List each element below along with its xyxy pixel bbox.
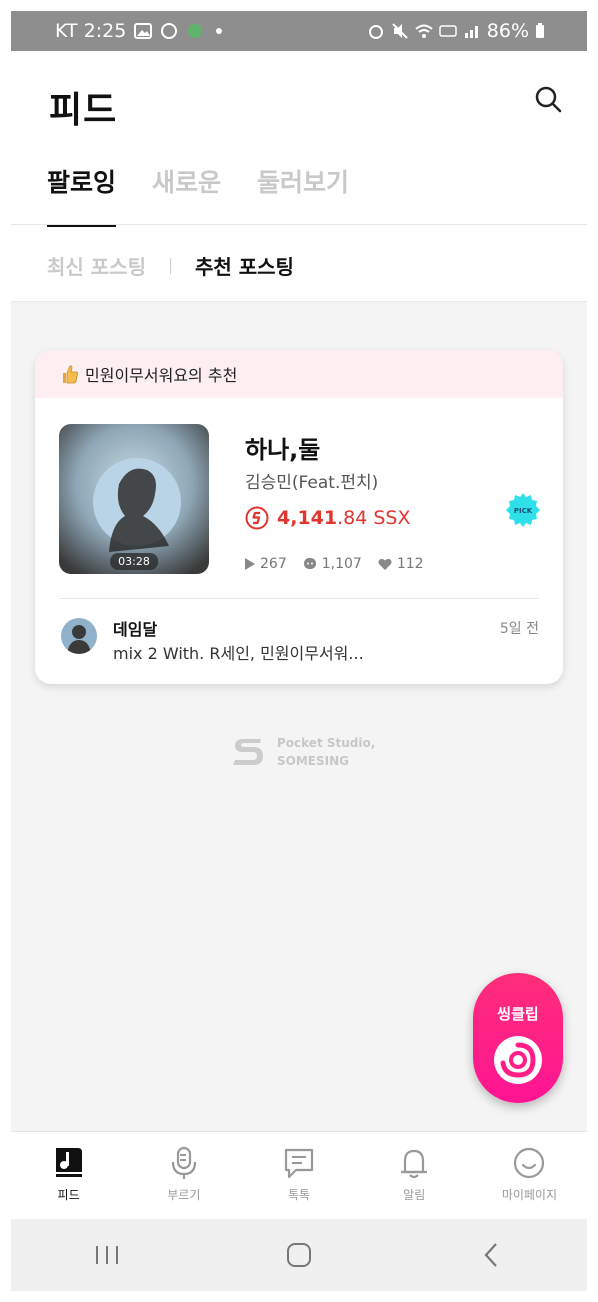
- sub-tabs: 최신 포스팅 추천 포스팅: [47, 251, 294, 280]
- profile-icon: [514, 1147, 545, 1179]
- notification-dot: [216, 28, 223, 34]
- home-button[interactable]: [279, 1235, 319, 1275]
- poster-avatar[interactable]: [61, 618, 97, 654]
- nav-mypage-label: 마이페이지: [501, 1188, 558, 1202]
- like-count: 112: [378, 556, 424, 572]
- nav-feed-label: 피드: [57, 1188, 80, 1202]
- album-art: [59, 424, 209, 574]
- signal-icon: [464, 26, 478, 38]
- app-notification-icon: [188, 24, 203, 38]
- nav-feed[interactable]: 피드: [11, 1132, 126, 1219]
- avatar-image: [61, 618, 97, 654]
- status-bar: KT 2:25 86%: [11, 11, 587, 51]
- back-icon: [484, 1243, 497, 1267]
- battery-percent: 86%: [486, 20, 529, 42]
- pick-badge-text: PICK: [514, 507, 533, 515]
- mute-icon: [392, 23, 408, 39]
- poster-name[interactable]: 데임달: [113, 616, 157, 640]
- heart-icon: [378, 558, 392, 570]
- nav-alerts-label: 알림: [403, 1188, 426, 1202]
- alarm-icon: [368, 25, 383, 39]
- nav-mypage[interactable]: 마이페이지: [472, 1132, 587, 1219]
- comment-count: 1,107: [303, 556, 362, 572]
- recent-apps-icon: [96, 1246, 118, 1264]
- play-count-value: 267: [260, 556, 287, 572]
- price-integer: 4,141: [277, 507, 338, 529]
- comment-icon: [303, 558, 316, 569]
- feed-icon: [55, 1148, 82, 1177]
- somesing-logo-icon: [233, 739, 263, 765]
- logo-line-1: Pocket Studio,: [277, 736, 376, 750]
- song-title[interactable]: 하나,둘: [245, 430, 320, 465]
- home-icon: [287, 1243, 311, 1267]
- thumbs-up-icon: [63, 365, 78, 384]
- song-duration: 03:28: [110, 553, 158, 570]
- bell-icon: [401, 1149, 428, 1179]
- mic-icon: [171, 1146, 196, 1179]
- nav-alerts[interactable]: 알림: [357, 1132, 472, 1219]
- recommendation-card[interactable]: 민원이무서워요의 추천 03:28 하나,둘 김승민(Feat.펀치) 4,14…: [35, 350, 563, 684]
- subtab-recommended-posting[interactable]: 추천 포스팅: [195, 251, 294, 280]
- recent-apps-button[interactable]: [87, 1235, 127, 1275]
- comment-count-value: 1,107: [321, 556, 362, 572]
- wear-icon: [161, 23, 178, 39]
- tabs-divider: [11, 224, 587, 225]
- recommender-label: 민원이무서워요의 추천: [85, 366, 238, 385]
- play-count: 267: [245, 556, 287, 572]
- carrier-time: KT 2:25: [55, 20, 127, 42]
- song-thumbnail[interactable]: 03:28: [59, 424, 209, 574]
- ssx-price: 4,141.84 SSX: [245, 506, 411, 530]
- pick-badge-icon: PICK: [506, 493, 540, 527]
- search-icon[interactable]: [533, 84, 563, 114]
- subtab-separator: [169, 257, 171, 274]
- song-stats: 267 1,107 112: [245, 556, 424, 572]
- poster-message: mix 2 With. R세인, 민원이무서워...: [113, 644, 364, 663]
- hd-icon: [439, 25, 457, 37]
- subtab-latest-posting[interactable]: 최신 포스팅: [47, 251, 146, 280]
- feed-tabs: 팔로잉 새로운 둘러보기: [47, 163, 349, 227]
- singclip-button[interactable]: 씽클립: [473, 973, 563, 1103]
- chat-icon: [284, 1148, 314, 1179]
- singclip-label: 씽클립: [497, 1005, 539, 1023]
- system-nav-bar: [11, 1219, 587, 1291]
- tab-following[interactable]: 팔로잉: [47, 163, 117, 227]
- battery-icon: [536, 23, 544, 38]
- somesing-logo: Pocket Studio, SOMESING: [231, 734, 375, 770]
- singclip-icon: [494, 1036, 542, 1084]
- nav-sing[interactable]: 부르기: [126, 1132, 241, 1219]
- ssx-coin-icon: [245, 506, 269, 530]
- app-screen: KT 2:25 86% 피드 팔로잉 새로운 둘러보기 최신 포스팅 추천 포스…: [11, 11, 587, 1291]
- play-icon: [245, 558, 255, 570]
- page-title: 피드: [49, 90, 118, 131]
- like-count-value: 112: [396, 556, 424, 572]
- song-artist: 김승민(Feat.펀치): [245, 473, 379, 493]
- back-button[interactable]: [471, 1235, 511, 1275]
- gallery-icon: [134, 23, 153, 39]
- price-decimal: .84 SSX: [337, 507, 411, 529]
- nav-sing-label: 부르기: [167, 1188, 201, 1202]
- post-time: 5일 전: [499, 621, 539, 637]
- tab-new[interactable]: 새로운: [152, 163, 221, 227]
- card-divider: [59, 598, 539, 599]
- bottom-nav: 피드 부르기 톡톡 알림 마이페이지: [11, 1131, 587, 1219]
- wifi-icon: [415, 24, 433, 38]
- nav-chat-label: 톡톡: [287, 1188, 311, 1202]
- card-header: 민원이무서워요의 추천: [35, 350, 563, 398]
- nav-chat[interactable]: 톡톡: [241, 1132, 356, 1219]
- tab-explore[interactable]: 둘러보기: [257, 163, 349, 227]
- logo-line-2: SOMESING: [277, 754, 349, 768]
